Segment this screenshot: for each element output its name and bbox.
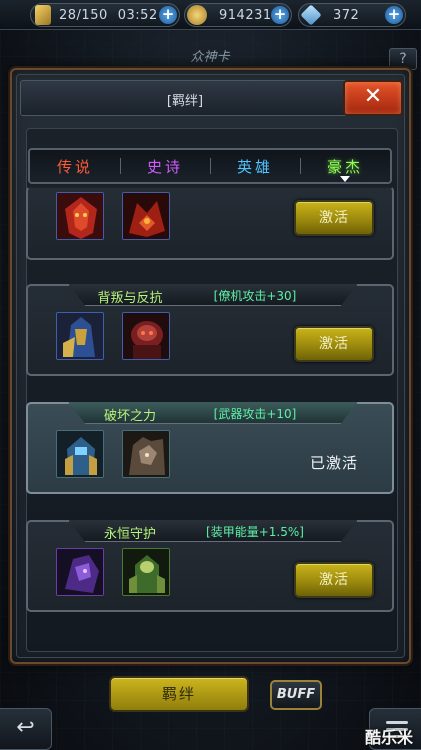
activate-button[interactable]: 激活 <box>294 200 374 236</box>
rarity-tabs: 传说 史诗 英雄 豪杰 <box>28 148 392 184</box>
red-brute-portrait[interactable] <box>122 312 170 360</box>
blue-robot-portrait[interactable] <box>56 430 104 478</box>
tab-elite-label: 豪杰 <box>326 157 363 176</box>
bond-button[interactable]: 羁绊 <box>109 676 249 712</box>
bond-card: 背叛与反抗 [僚机攻击+30] 激活 <box>26 284 394 376</box>
bond-card: 激活 <box>26 186 394 260</box>
buff-button[interactable]: BUFF <box>270 680 322 710</box>
red-mech-portrait[interactable] <box>56 192 104 240</box>
blue-gold-mech-portrait[interactable] <box>56 312 104 360</box>
tab-legend[interactable]: 传说 <box>30 156 120 177</box>
add-energy-button[interactable]: + <box>159 6 177 24</box>
activated-status: 已激活 <box>310 454 359 472</box>
energy-icon <box>35 5 51 25</box>
gem-counter: 372 + <box>298 3 406 27</box>
selected-caret-icon <box>340 175 350 182</box>
close-button[interactable]: ✕ <box>343 80 403 116</box>
red-dragon-portrait[interactable] <box>122 192 170 240</box>
gold-coin-icon <box>187 5 207 25</box>
activate-button[interactable]: 激活 <box>294 562 374 598</box>
resource-bar: 28/150 03:52 + 914231 + 372 + <box>0 0 421 30</box>
bond-bonus: [僚机攻击+30] <box>213 289 297 303</box>
add-gems-button[interactable]: + <box>385 6 403 24</box>
energy-counter: 28/150 03:52 + <box>30 3 180 27</box>
dialog-title: [羁绊] <box>166 94 204 109</box>
bond-name: 破坏之力 <box>103 409 156 424</box>
purple-mech-portrait[interactable] <box>56 548 104 596</box>
screen-subtitle: 众神卡 <box>190 50 230 65</box>
brown-beast-portrait[interactable] <box>122 430 170 478</box>
tab-hero[interactable]: 英雄 <box>210 156 300 177</box>
bond-bonus: [武器攻击+10] <box>213 407 297 421</box>
bond-name: 背叛与反抗 <box>97 291 163 306</box>
green-robot-portrait[interactable] <box>122 548 170 596</box>
gem-value: 372 <box>333 7 360 23</box>
clock-time: 03:52 <box>117 7 158 23</box>
gold-value: 914231 <box>219 7 272 23</box>
tab-epic[interactable]: 史诗 <box>120 156 210 177</box>
back-arrow-icon: ↩ <box>16 715 35 740</box>
back-button[interactable]: ↩ <box>0 708 52 750</box>
energy-value: 28/150 <box>59 7 108 23</box>
bond-card: 永恒守护 [装甲能量+1.5%] 激活 <box>26 520 394 612</box>
watermark: 酷乐米 <box>364 728 413 747</box>
diamond-icon <box>300 4 322 26</box>
gold-counter: 914231 + <box>184 3 292 27</box>
help-button[interactable]: ? <box>389 48 417 70</box>
activate-button[interactable]: 激活 <box>294 326 374 362</box>
bond-name: 永恒守护 <box>103 527 156 542</box>
dialog-header: [羁绊] <box>20 80 350 116</box>
add-gold-button[interactable]: + <box>271 6 289 24</box>
bond-card-activated: 破坏之力 [武器攻击+10] 已激活 <box>26 402 394 494</box>
bond-bonus: [装甲能量+1.5%] <box>206 525 304 539</box>
tab-elite[interactable]: 豪杰 <box>300 156 390 182</box>
